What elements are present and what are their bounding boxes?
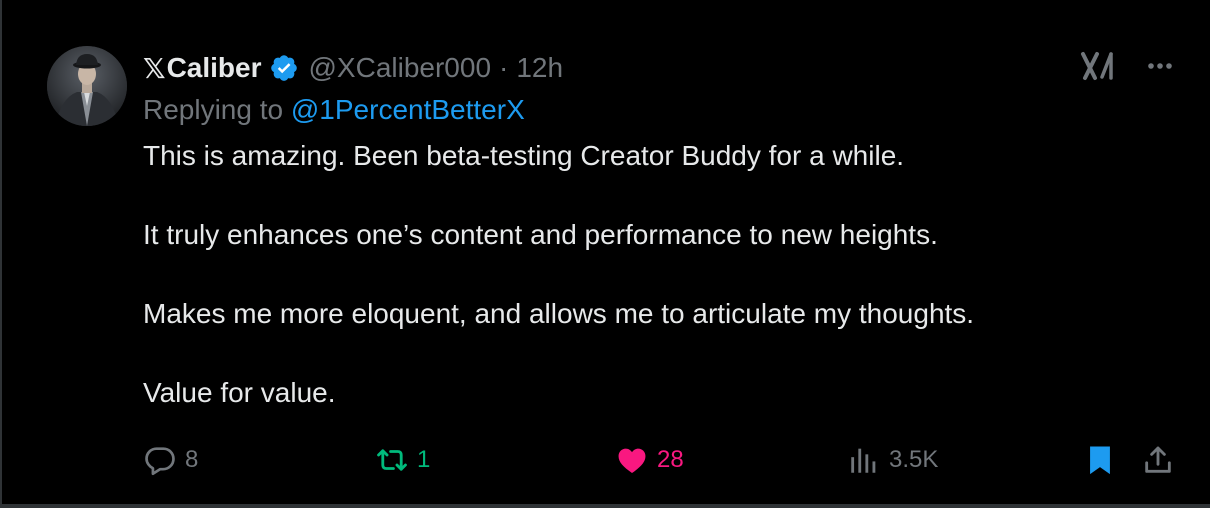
bookmark-button[interactable]	[1083, 438, 1117, 482]
tweet-paragraph: This is amazing. Been beta-testing Creat…	[143, 140, 905, 171]
replying-to-handle[interactable]: @1PercentBetterX	[291, 94, 525, 125]
like-button[interactable]: 28	[615, 438, 684, 482]
header-actions	[1080, 50, 1176, 82]
grok-icon[interactable]	[1080, 50, 1116, 82]
retweet-icon	[377, 449, 407, 471]
like-count: 28	[657, 446, 684, 473]
reply-bubble-icon	[145, 447, 175, 476]
bookmark-icon	[1090, 446, 1110, 475]
heart-icon	[618, 448, 646, 474]
tweet-reply[interactable]: 𝕏 Caliber @XCaliber000 · 12h Replying to…	[0, 0, 1210, 508]
bottom-divider	[0, 504, 1210, 508]
analytics-bars-icon	[851, 448, 876, 473]
tweet-paragraph: Value for value.	[143, 377, 336, 408]
tweet-actions-bar: 8 1 28 3.5K	[143, 438, 1178, 482]
x-logo-icon: 𝕏	[143, 52, 166, 84]
share-icon	[1145, 446, 1171, 473]
repost-count: 1	[417, 446, 431, 473]
views-count: 3.5K	[889, 446, 939, 473]
reply-button[interactable]: 8	[143, 438, 198, 482]
replying-to-label: Replying to	[143, 94, 284, 125]
tweet-text: This is amazing. Been beta-testing Creat…	[143, 136, 1173, 413]
replying-to: Replying to @1PercentBetterX	[143, 94, 525, 126]
left-divider	[0, 0, 2, 508]
share-button[interactable]	[1141, 438, 1175, 482]
avatar[interactable]	[47, 46, 127, 126]
author-name[interactable]: Caliber	[167, 52, 262, 84]
separator-dot: ·	[499, 52, 509, 83]
more-options-icon[interactable]	[1144, 50, 1176, 82]
tweet-paragraph: It truly enhances one’s content and perf…	[143, 219, 938, 250]
tweet-paragraph: Makes me more eloquent, and allows me to…	[143, 298, 975, 329]
repost-button[interactable]: 1	[375, 438, 430, 482]
views-button[interactable]: 3.5K	[847, 438, 938, 482]
reply-count: 8	[185, 446, 199, 473]
tweet-header: 𝕏 Caliber @XCaliber000 · 12h	[143, 48, 563, 88]
verified-badge-icon[interactable]	[269, 53, 299, 83]
timestamp[interactable]: 12h	[516, 52, 563, 84]
avatar-photo	[47, 46, 127, 126]
author-handle[interactable]: @XCaliber000	[309, 52, 492, 84]
